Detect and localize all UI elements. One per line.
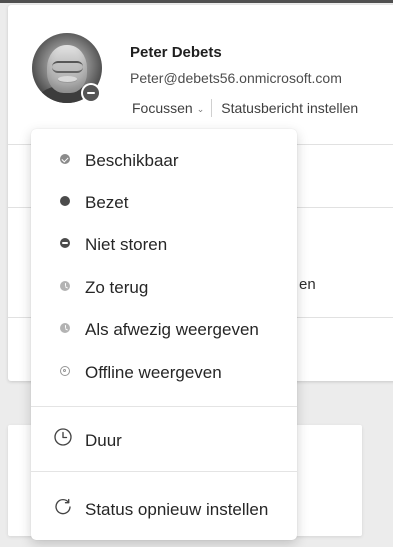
avatar-mustache [58,76,77,82]
appear-offline-icon [60,366,70,376]
actions-separator [211,99,213,117]
avatar[interactable] [32,33,102,103]
focus-button[interactable]: Focussen ⌄ [132,100,211,116]
reset-icon [55,498,71,515]
appear-away-icon [60,323,70,333]
status-item-do-not-disturb[interactable]: Niet storen [31,225,297,265]
top-border [0,0,393,3]
available-icon [60,154,70,164]
background-partial-text: en [299,276,316,293]
status-item-busy[interactable]: Bezet [31,183,297,223]
be-right-back-icon [60,281,70,291]
menu-item-label: Zo terug [85,278,149,297]
menu-item-label: Niet storen [85,235,168,254]
menu-divider [31,471,297,472]
menu-item-label: Bezet [85,193,129,212]
duration-label: Duur [85,431,122,450]
teams-status-screen: Peter Debets Peter@debets56.onmicrosoft.… [0,0,393,547]
menu-divider [31,406,297,407]
profile-email: Peter@debets56.onmicrosoft.com [130,70,342,86]
reset-status-button[interactable]: Status opnieuw instellen [31,490,297,530]
chevron-down-icon: ⌄ [196,103,205,114]
reset-status-label: Status opnieuw instellen [85,500,269,519]
focus-label: Focussen [132,100,193,116]
status-item-available[interactable]: Beschikbaar [31,141,297,181]
clock-icon [54,428,72,446]
menu-item-label: Als afwezig weergeven [85,320,259,339]
do-not-disturb-icon [83,85,99,101]
busy-icon [60,196,70,206]
status-item-be-right-back[interactable]: Zo terug [31,268,297,308]
profile-actions: Focussen ⌄ Statusbericht instellen [132,98,358,118]
status-item-appear-away[interactable]: Als afwezig weergeven [31,310,297,350]
profile-name: Peter Debets [130,44,222,61]
avatar-glasses [52,61,83,73]
presence-badge [81,83,101,103]
set-status-message-button[interactable]: Statusbericht instellen [221,100,358,116]
duration-button[interactable]: Duur [31,421,297,461]
menu-item-label: Beschikbaar [85,151,179,170]
status-menu: Beschikbaar Bezet Niet storen Zo terug A… [31,129,297,540]
do-not-disturb-icon [60,238,70,248]
menu-item-label: Offline weergeven [85,363,222,382]
status-item-appear-offline[interactable]: Offline weergeven [31,353,297,393]
